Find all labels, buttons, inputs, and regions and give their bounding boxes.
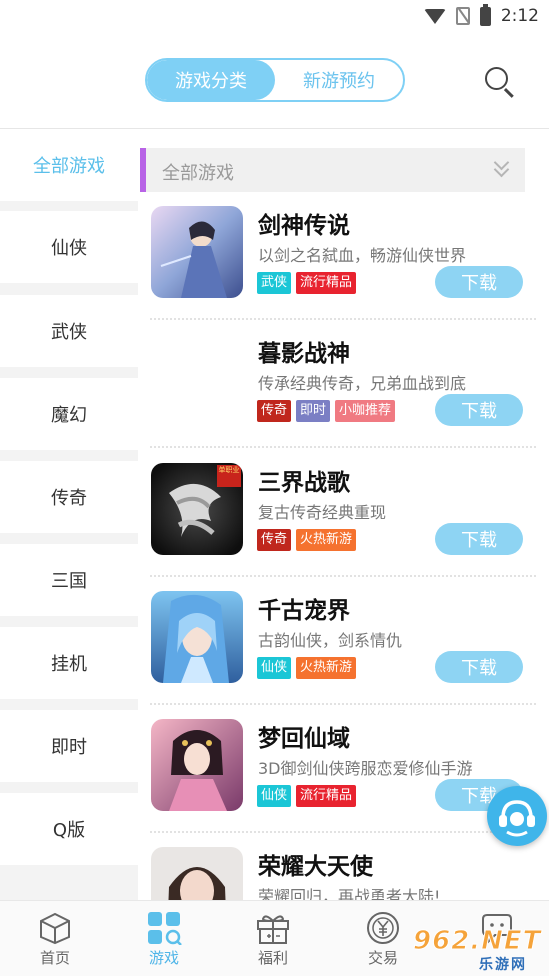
- game-icon-rongyao[interactable]: [151, 847, 243, 900]
- sidebar-item-idle[interactable]: 挂机: [0, 627, 138, 699]
- game-description: 以剑之名弑血，畅游仙侠世界: [258, 246, 467, 265]
- search-icon: [485, 67, 508, 90]
- nav-item-trade[interactable]: 交易: [348, 901, 418, 976]
- yuan-coin-icon: [367, 912, 399, 944]
- filter-accent-bar: [140, 148, 146, 192]
- download-button[interactable]: 下载: [435, 651, 523, 683]
- watermark-main: 962.NET: [412, 926, 542, 957]
- app-root: 2:12 游戏分类 新游预约 全部游戏 仙侠 武侠 魔幻 传奇 三国 挂机 即时…: [0, 0, 549, 976]
- tab-game-categories[interactable]: 游戏分类: [147, 60, 275, 100]
- category-tab-switch: 游戏分类 新游预约: [145, 58, 405, 102]
- nav-label: 交易: [367, 949, 398, 967]
- battery-icon: [479, 3, 491, 26]
- game-tag: 武侠: [257, 272, 292, 294]
- home-box-icon: [40, 912, 70, 945]
- game-icon-sanjie[interactable]: 单职业: [151, 463, 243, 555]
- gift-icon: [257, 915, 289, 944]
- game-name: 三界战歌: [258, 470, 350, 496]
- sidebar-item-realtime[interactable]: 即时: [0, 710, 138, 782]
- sidebar-item-wuxia[interactable]: 武侠: [0, 295, 138, 367]
- game-tag: 仙侠: [257, 785, 292, 807]
- game-list-item[interactable]: 千古宠界 古韵仙侠，剑系情仇 仙侠 火热新游 下载: [138, 577, 549, 705]
- header: 游戏分类 新游预约: [0, 40, 549, 128]
- game-name: 千古宠界: [258, 598, 350, 624]
- category-filter-dropdown[interactable]: 全部游戏: [140, 148, 525, 192]
- download-button[interactable]: 下载: [435, 394, 523, 426]
- headset-icon: [499, 800, 535, 837]
- nav-label: 福利: [257, 949, 288, 967]
- sidebar-item-three-kingdoms[interactable]: 三国: [0, 544, 138, 616]
- game-tag: 火热新游: [296, 657, 357, 679]
- category-sidebar: 全部游戏 仙侠 武侠 魔幻 传奇 三国 挂机 即时 Q版: [0, 129, 138, 900]
- game-icon-qiangu[interactable]: [151, 591, 243, 683]
- game-description: 复古传奇经典重现: [258, 503, 387, 522]
- sidebar-item-fantasy[interactable]: 魔幻: [0, 378, 138, 450]
- customer-service-button[interactable]: [487, 786, 547, 846]
- game-list-item[interactable]: 暮影战神 传承经典传奇，兄弟血战到底 传奇 即时 小咖推荐 下载: [138, 320, 549, 448]
- game-description: 古韵仙侠，剑系情仇: [258, 631, 403, 650]
- game-tags: 武侠 流行精品: [257, 272, 357, 294]
- sidebar-item-legend[interactable]: 传奇: [0, 461, 138, 533]
- games-grid-icon: [148, 912, 182, 945]
- game-description: 荣耀回归，再战勇者大陆!: [258, 887, 441, 900]
- game-tag: 流行精品: [296, 272, 357, 294]
- sidebar-item-xianxia[interactable]: 仙侠: [0, 211, 138, 283]
- wifi-icon: [423, 8, 446, 24]
- nav-item-welfare[interactable]: 福利: [238, 901, 308, 976]
- game-name: 暮影战神: [258, 341, 350, 367]
- game-list-panel: 全部游戏 剑神传说 以剑之名弑血，畅游仙侠世界 武侠 流行精品 下载 暮影战神 …: [138, 129, 549, 900]
- row-divider: [150, 446, 536, 448]
- sidebar-item-q-style[interactable]: Q版: [0, 793, 138, 865]
- game-name: 荣耀大天使: [258, 854, 373, 880]
- game-tag: 火热新游: [296, 529, 357, 551]
- game-list-item[interactable]: 剑神传说 以剑之名弑血，畅游仙侠世界 武侠 流行精品 下载: [138, 192, 549, 320]
- game-icon-muying[interactable]: [151, 334, 243, 426]
- status-icons: 2:12: [423, 3, 539, 26]
- double-chevron-down-icon: [493, 154, 511, 178]
- game-description: 传承经典传奇，兄弟血战到底: [258, 374, 467, 393]
- search-icon-handle: [504, 88, 514, 98]
- game-tags: 仙侠 火热新游: [257, 657, 357, 679]
- icon-badge-text: 单职业: [218, 466, 240, 474]
- status-bar: 2:12: [0, 0, 549, 32]
- download-button[interactable]: 下载: [435, 266, 523, 298]
- status-time: 2:12: [500, 6, 539, 26]
- watermark-logo: 962.NET 乐游网: [412, 926, 547, 974]
- tab-new-game-reservations[interactable]: 新游预约: [275, 60, 403, 100]
- game-tag: 流行精品: [296, 785, 357, 807]
- watermark-sub: 乐游网: [479, 957, 527, 973]
- sidebar-item-all-games[interactable]: 全部游戏: [0, 129, 138, 201]
- nav-label: 游戏: [148, 949, 179, 967]
- game-tags: 仙侠 流行精品: [257, 785, 357, 807]
- game-tag: 小咖推荐: [335, 400, 396, 422]
- game-description: 3D御剑仙侠跨服恋爱修仙手游: [258, 759, 473, 778]
- game-tags: 传奇 即时 小咖推荐: [257, 400, 396, 422]
- game-tags: 传奇 火热新游: [257, 529, 357, 551]
- game-name: 梦回仙域: [258, 726, 350, 752]
- search-button[interactable]: [482, 64, 518, 100]
- nav-item-home[interactable]: 首页: [20, 901, 90, 976]
- no-sim-icon: [455, 7, 470, 25]
- download-button[interactable]: 下载: [435, 523, 523, 555]
- game-tag: 传奇: [257, 529, 292, 551]
- game-tag: 仙侠: [257, 657, 292, 679]
- nav-item-games[interactable]: 游戏: [129, 901, 199, 976]
- nav-label: 首页: [39, 949, 70, 967]
- game-tag: 传奇: [257, 400, 292, 422]
- game-list-item[interactable]: 单职业 三界战歌 复古传奇经典重现 传奇 火热新游 下载: [138, 449, 549, 577]
- game-tag: 即时: [296, 400, 331, 422]
- game-icon-jianshen[interactable]: [151, 206, 243, 298]
- game-name: 剑神传说: [258, 213, 350, 239]
- game-icon-menghui[interactable]: [151, 719, 243, 811]
- filter-label: 全部游戏: [162, 163, 234, 184]
